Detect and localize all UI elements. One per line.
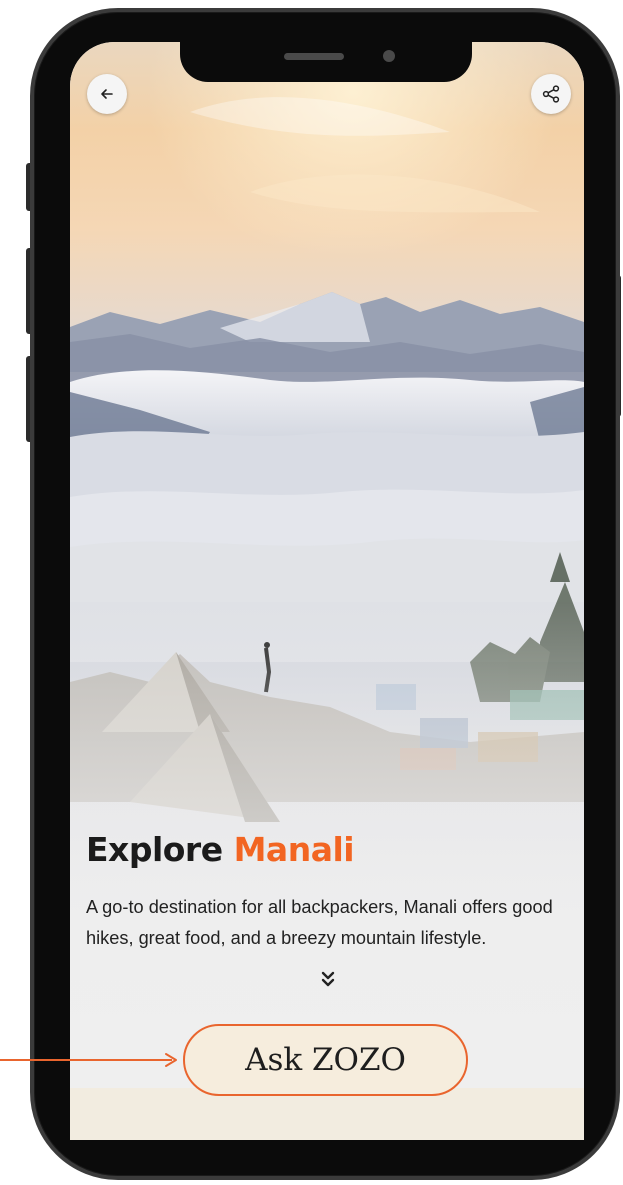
title-highlight: Manali xyxy=(233,830,355,869)
double-chevron-down-icon[interactable] xyxy=(320,970,336,988)
ask-zozo-button[interactable]: Ask ZOZO xyxy=(183,1024,468,1096)
phone-mockup-page: Explore Manali A go-to destination for a… xyxy=(0,0,623,1185)
back-arrow-icon xyxy=(101,89,113,99)
speaker-grille xyxy=(284,53,344,60)
phone-notch xyxy=(180,40,472,82)
share-button[interactable] xyxy=(531,74,571,114)
destination-intro: Explore Manali A go-to destination for a… xyxy=(86,830,596,954)
title-prefix: Explore xyxy=(86,830,223,869)
destination-description: A go-to destination for all backpackers,… xyxy=(86,896,553,948)
share-icon xyxy=(542,85,560,103)
page-title: Explore Manali xyxy=(86,830,596,870)
pointer-arrow xyxy=(0,1053,177,1067)
front-camera xyxy=(383,50,395,62)
back-button[interactable] xyxy=(87,74,127,114)
